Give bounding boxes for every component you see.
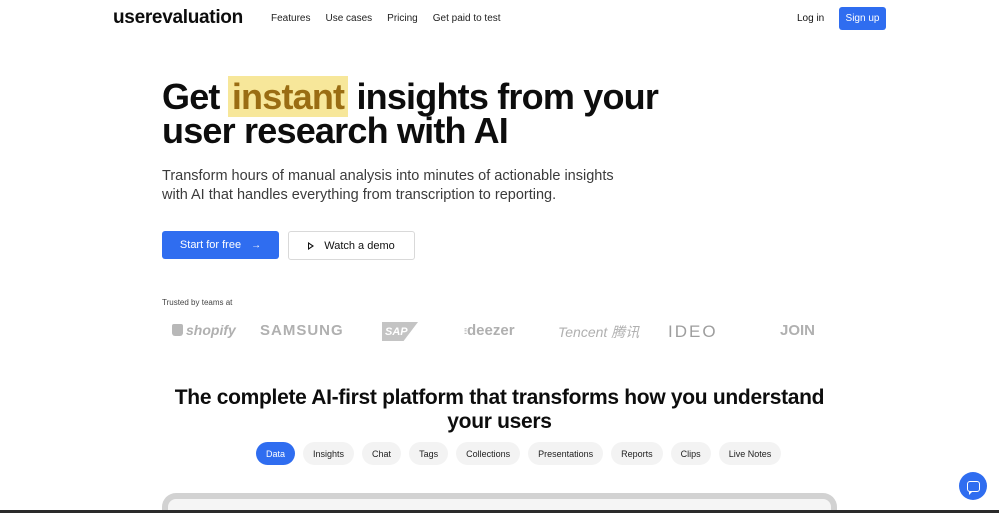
shopify-logo: shopify [172,322,236,338]
tab-presentations[interactable]: Presentations [528,442,604,465]
platform-title-line2: your users [447,410,552,433]
nav-link-pricing[interactable]: Pricing [387,13,418,24]
start-free-button[interactable]: Start for free → [162,231,279,259]
tab-chat[interactable]: Chat [362,442,402,465]
top-nav: userevaluation Features Use cases Pricin… [0,0,999,38]
platform-title: The complete AI-first platform that tran… [0,386,999,434]
headline-line2: user research with AI [162,110,509,151]
watch-demo-button[interactable]: Watch a demo [288,231,415,260]
nav-links: Features Use cases Pricing Get paid to t… [271,13,516,24]
hero-subtitle: Transform hours of manual analysis into … [162,168,614,203]
play-icon [308,241,315,250]
sap-logo: SAP [382,322,418,341]
tab-reports[interactable]: Reports [611,442,663,465]
ideo-logo: IDEO [668,322,718,341]
tencent-logo: Tencent 腾讯 [558,324,640,340]
hero-headline: Get instant insights from your user rese… [162,76,659,151]
nav-link-features[interactable]: Features [271,13,310,24]
tab-live-notes[interactable]: Live Notes [718,442,782,465]
tab-insights[interactable]: Insights [303,442,355,465]
tab-clips[interactable]: Clips [670,442,711,465]
arrow-right-icon: → [251,239,262,251]
join-logo: JOIN [780,322,816,339]
tab-collections[interactable]: Collections [456,442,521,465]
deezer-logo: ⫶⫶deezer [464,322,515,339]
nav-link-use-cases[interactable]: Use cases [325,13,372,24]
tab-tags[interactable]: Tags [409,442,449,465]
chat-widget-button[interactable] [959,472,987,500]
feature-tabs: Data Insights Chat Tags Collections Pres… [256,442,782,465]
brand-logo[interactable]: userevaluation [113,7,243,29]
chat-bubble-icon [966,480,980,495]
samsung-logo: SAMSUNG [260,322,344,339]
nav-link-get-paid[interactable]: Get paid to test [433,13,501,24]
tab-data[interactable]: Data [256,442,296,465]
customer-logos: shopify SAMSUNG SAP ⫶⫶deezer Tencent 腾讯 … [162,318,822,346]
login-link[interactable]: Log in [797,13,824,24]
trusted-label: Trusted by teams at [162,298,233,307]
start-free-label: Start for free [179,239,242,251]
signup-button[interactable]: Sign up [839,7,886,30]
watch-demo-label: Watch a demo [324,239,395,252]
platform-title-line1: The complete AI-first platform that tran… [174,386,825,409]
